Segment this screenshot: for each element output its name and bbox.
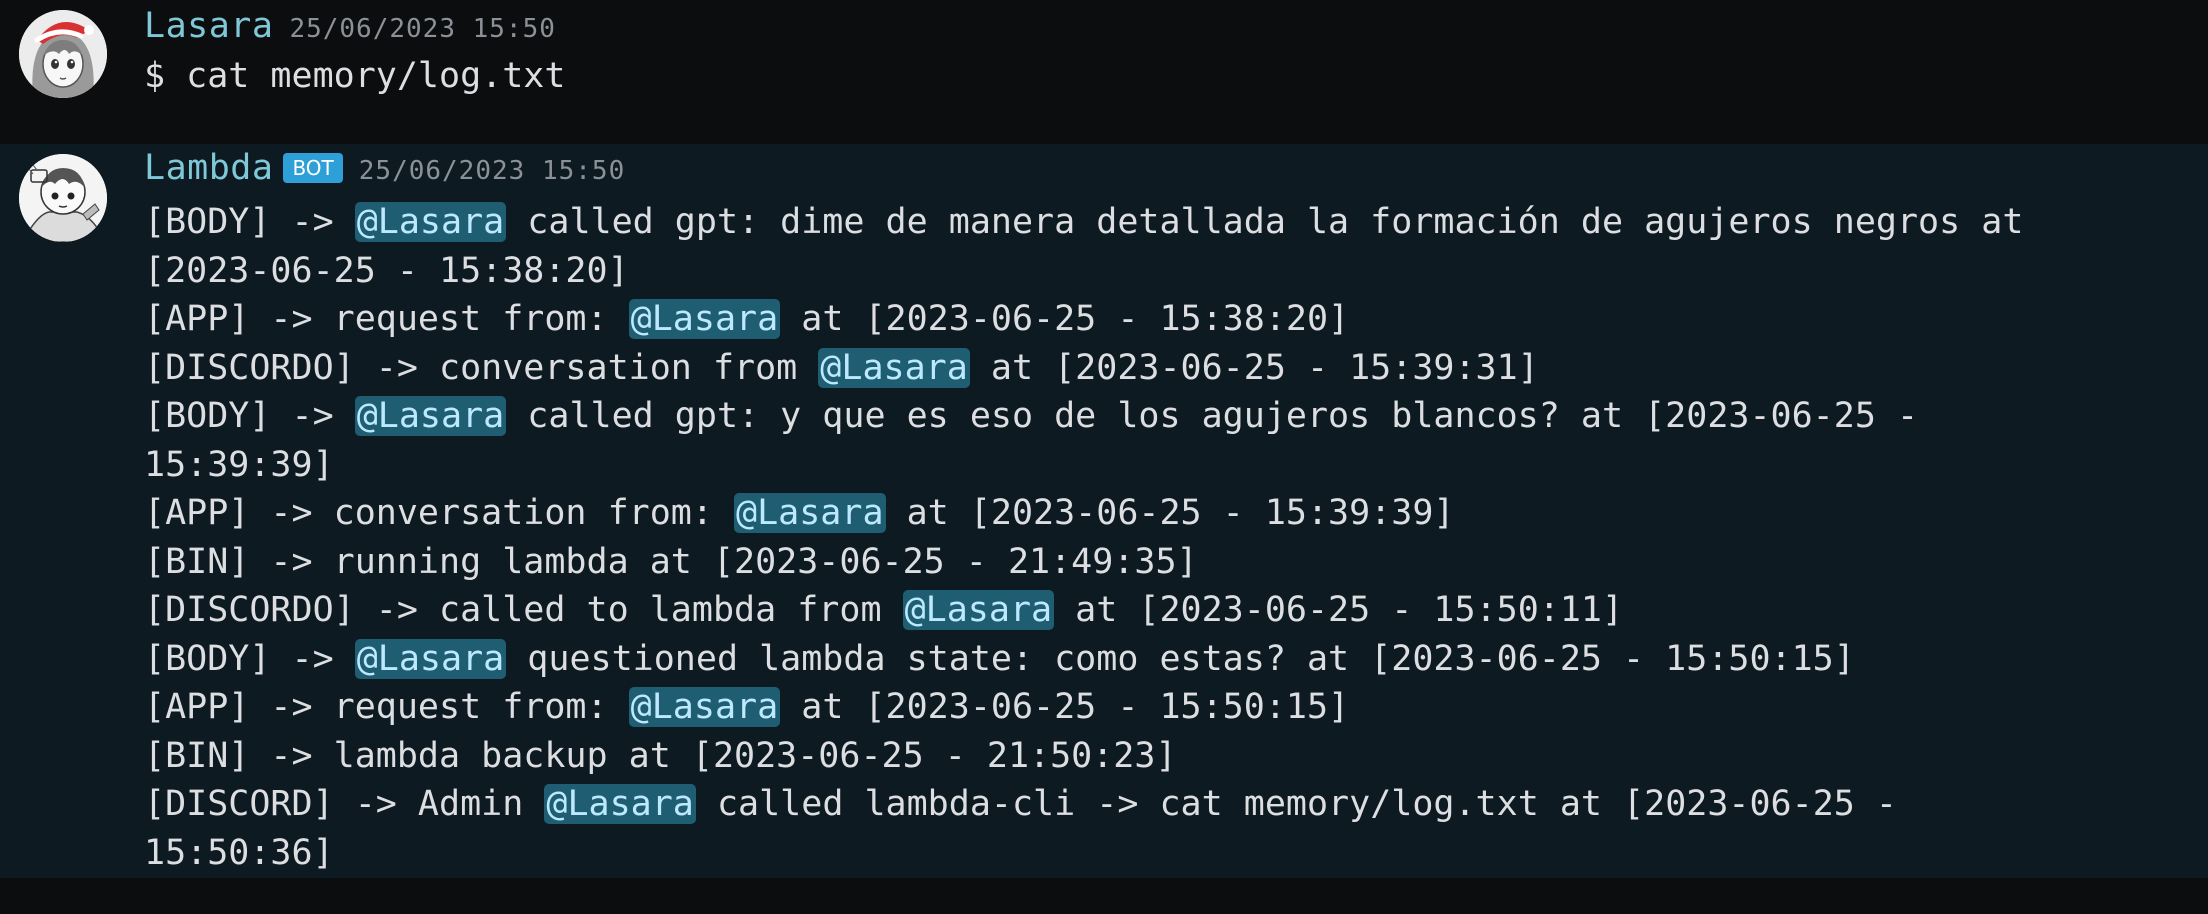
log-text: at [2023-06-25 - 15:50:15] bbox=[780, 687, 1350, 727]
log-text: at [2023-06-25 - 15:39:39] bbox=[885, 493, 1455, 533]
log-line: 15:50:36] bbox=[144, 829, 2023, 878]
log-line: [APP] -> request from: @Lasara at [2023-… bbox=[144, 295, 2023, 344]
user-mention[interactable]: @Lasara bbox=[628, 299, 781, 339]
log-line: [DISCORD] -> Admin @Lasara called lambda… bbox=[144, 780, 2023, 829]
user-mention[interactable]: @Lasara bbox=[544, 784, 696, 824]
lasara-avatar-icon[interactable] bbox=[19, 10, 107, 98]
log-text: at [2023-06-25 - 15:50:11] bbox=[1054, 590, 1624, 630]
log-text: [BIN] -> running lambda at [2023-06-25 -… bbox=[144, 541, 1198, 582]
bot-badge: BOT bbox=[283, 153, 343, 183]
log-text: [BODY] -> bbox=[144, 202, 355, 242]
user-mention[interactable]: @Lasara bbox=[628, 687, 781, 727]
user-mention[interactable]: @Lasara bbox=[902, 590, 1055, 630]
user-mention[interactable]: @Lasara bbox=[354, 638, 507, 679]
log-line: [BODY] -> @Lasara questioned lambda stat… bbox=[144, 635, 2023, 684]
log-text: [APP] -> conversation from: bbox=[144, 493, 735, 533]
user-mention[interactable]: @Lasara bbox=[354, 202, 507, 242]
author-name[interactable]: Lambda bbox=[144, 148, 273, 188]
log-line: [DISCORDO] -> conversation from @Lasara … bbox=[144, 344, 2023, 393]
log-text: [APP] -> request from: bbox=[144, 299, 629, 339]
log-text: 15:50:36] bbox=[144, 832, 334, 873]
log-text: [DISCORD] -> Admin bbox=[144, 784, 545, 824]
log-text: [BODY] -> bbox=[144, 638, 355, 679]
log-line: [APP] -> conversation from: @Lasara at [… bbox=[144, 489, 2023, 538]
user-mention[interactable]: @Lasara bbox=[354, 396, 507, 436]
log-text: at [2023-06-25 - 15:39:31] bbox=[969, 347, 1539, 388]
log-text: called gpt: dime de manera detallada la … bbox=[506, 202, 2024, 242]
author-name[interactable]: Lasara bbox=[144, 6, 273, 46]
log-output: [BODY] -> @Lasara called gpt: dime de ma… bbox=[144, 198, 2023, 877]
message-timestamp: 25/06/2023 15:50 bbox=[289, 14, 556, 44]
log-text: questioned lambda state: como estas? at … bbox=[506, 638, 1855, 679]
lambda-avatar-icon[interactable] bbox=[19, 154, 107, 242]
message-timestamp: 25/06/2023 15:50 bbox=[358, 156, 626, 186]
log-text: at [2023-06-25 - 15:38:20] bbox=[780, 299, 1350, 339]
message-content: $ cat memory/log.txt bbox=[144, 56, 566, 96]
log-line: [BODY] -> @Lasara called gpt: dime de ma… bbox=[144, 198, 2023, 247]
log-line: [DISCORDO] -> called to lambda from @Las… bbox=[144, 586, 2023, 635]
message-header: Lambda BOT 25/06/2023 15:50 bbox=[144, 148, 625, 188]
log-line: [2023-06-25 - 15:38:20] bbox=[144, 247, 2023, 296]
message-lambda: Lambda BOT 25/06/2023 15:50 [BODY] -> @L… bbox=[0, 144, 2208, 878]
log-line: 15:39:39] bbox=[144, 441, 2023, 490]
log-text: [APP] -> request from: bbox=[144, 687, 629, 727]
message-header: Lasara 25/06/2023 15:50 bbox=[144, 6, 556, 46]
log-text: called lambda-cli -> cat memory/log.txt … bbox=[695, 784, 1897, 824]
user-mention[interactable]: @Lasara bbox=[818, 347, 970, 388]
log-text: [DISCORDO] -> conversation from bbox=[144, 347, 819, 388]
log-text: called gpt: y que es eso de los agujeros… bbox=[506, 396, 1919, 436]
log-line: [APP] -> request from: @Lasara at [2023-… bbox=[144, 683, 2023, 732]
message-lasara: Lasara 25/06/2023 15:50 $ cat memory/log… bbox=[0, 0, 2208, 120]
log-line: [BIN] -> running lambda at [2023-06-25 -… bbox=[144, 538, 2023, 587]
log-line: [BODY] -> @Lasara called gpt: y que es e… bbox=[144, 392, 2023, 441]
log-text: [BIN] -> lambda backup at [2023-06-25 - … bbox=[144, 735, 1177, 776]
log-text: [BODY] -> bbox=[144, 396, 355, 436]
log-line: [BIN] -> lambda backup at [2023-06-25 - … bbox=[144, 732, 2023, 781]
log-text: [DISCORDO] -> called to lambda from bbox=[144, 590, 903, 630]
log-text: [2023-06-25 - 15:38:20] bbox=[144, 250, 629, 291]
log-text: 15:39:39] bbox=[144, 444, 334, 485]
user-mention[interactable]: @Lasara bbox=[734, 493, 886, 533]
